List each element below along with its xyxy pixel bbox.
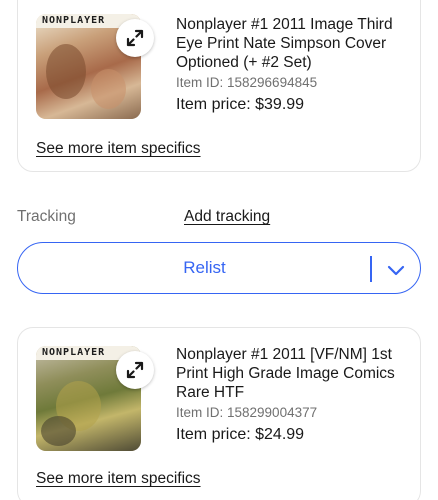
- item-price: Item price: $39.99: [176, 96, 305, 113]
- tracking-row: Tracking Add tracking: [17, 208, 421, 230]
- item-title[interactable]: Nonplayer #1 2011 [VF/NM] 1st Print High…: [176, 345, 408, 402]
- item-id: Item ID: 158299004377: [176, 405, 318, 420]
- expand-arrows-icon: [126, 29, 144, 47]
- expand-arrows-icon: [126, 361, 144, 379]
- order-item-card: NONPLAYER Nonplayer #1 2011 Image Third …: [17, 0, 421, 172]
- expand-image-button[interactable]: [116, 351, 154, 389]
- add-tracking-link[interactable]: Add tracking: [184, 208, 270, 226]
- relist-divider: [370, 256, 372, 282]
- cover-art-detail: [91, 69, 126, 109]
- cover-art-detail: [41, 416, 76, 446]
- cover-title: NONPLAYER: [42, 347, 106, 358]
- expand-image-button[interactable]: [116, 19, 154, 57]
- order-item-card: NONPLAYER Nonplayer #1 2011 [VF/NM] 1st …: [17, 327, 421, 500]
- see-more-item-specifics-link[interactable]: See more item specifics: [36, 140, 201, 158]
- chevron-down-icon[interactable]: [384, 258, 408, 282]
- see-more-item-specifics-link[interactable]: See more item specifics: [36, 470, 201, 488]
- relist-button[interactable]: Relist: [18, 243, 391, 293]
- item-title[interactable]: Nonplayer #1 2011 Image Third Eye Print …: [176, 15, 408, 72]
- tracking-label: Tracking: [17, 208, 76, 225]
- cover-art-detail: [46, 44, 86, 99]
- item-info: Nonplayer #1 2011 Image Third Eye Print …: [176, 15, 408, 115]
- relist-split-button: Relist: [17, 242, 421, 294]
- item-info: Nonplayer #1 2011 [VF/NM] 1st Print High…: [176, 345, 408, 445]
- item-id: Item ID: 158296694845: [176, 75, 318, 90]
- cover-title: NONPLAYER: [42, 15, 106, 26]
- item-price: Item price: $24.99: [176, 426, 305, 443]
